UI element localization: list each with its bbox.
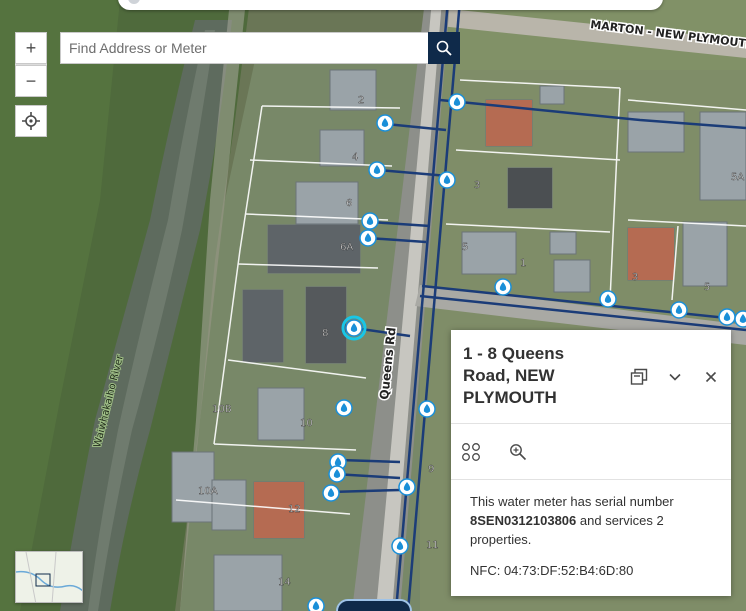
search-button[interactable] bbox=[428, 32, 460, 64]
parcel-label: 2 bbox=[358, 95, 364, 106]
parcel-label: 5A bbox=[731, 172, 744, 183]
water-meter[interactable] bbox=[734, 310, 746, 328]
parcel-label: 14 bbox=[278, 577, 291, 588]
grid-icon bbox=[462, 443, 480, 461]
collapse-button[interactable] bbox=[664, 366, 686, 388]
water-meter[interactable] bbox=[418, 400, 436, 418]
water-meter[interactable] bbox=[391, 537, 409, 555]
overview-map[interactable] bbox=[15, 551, 83, 603]
site-info-icon[interactable] bbox=[128, 0, 140, 4]
search-input[interactable] bbox=[60, 32, 428, 64]
parcel-label: 10 bbox=[300, 418, 313, 429]
popup-title: 1 - 8 Queens Road, NEW PLYMOUTH bbox=[463, 344, 565, 407]
nfc-id: NFC: 04:73:DF:52:B4:6D:80 bbox=[470, 563, 634, 578]
map-app: MARTON - NEW PLYMOUTH Queens Rd Waiwhaka… bbox=[0, 0, 746, 611]
parcel-label: 6 bbox=[346, 198, 352, 209]
water-meter[interactable] bbox=[376, 114, 394, 132]
parcel-label: 3 bbox=[632, 272, 638, 283]
plus-icon: + bbox=[25, 37, 37, 58]
description-prefix: This water meter has serial number bbox=[470, 494, 674, 509]
zoom-out-button[interactable]: − bbox=[15, 65, 47, 97]
feature-popup: 1 - 8 Queens Road, NEW PLYMOUTH This wat… bbox=[451, 330, 731, 596]
dock-button[interactable] bbox=[628, 366, 650, 388]
parcel-label: 8 bbox=[322, 328, 328, 339]
water-meter[interactable] bbox=[322, 484, 340, 502]
chevron-down-icon bbox=[669, 373, 681, 381]
search-widget bbox=[60, 32, 460, 64]
parcel-label: 1 bbox=[520, 258, 526, 269]
zoom-to-icon bbox=[510, 444, 527, 461]
water-meter[interactable] bbox=[438, 171, 456, 189]
water-meter[interactable] bbox=[328, 465, 346, 483]
parcel-label: 10B bbox=[212, 404, 232, 415]
parcel-label: 5 bbox=[704, 282, 710, 293]
water-meter[interactable] bbox=[494, 278, 512, 296]
parcel-label: 9 bbox=[428, 464, 434, 475]
search-icon bbox=[436, 40, 452, 56]
parcel-label: 3 bbox=[474, 180, 480, 191]
water-meter[interactable] bbox=[718, 308, 736, 326]
serial-number: 8SEN0312103806 bbox=[470, 513, 577, 528]
locate-button[interactable] bbox=[15, 105, 47, 137]
zoom-in-button[interactable]: + bbox=[15, 32, 47, 64]
browse-features-button[interactable] bbox=[460, 441, 482, 463]
overview-map-image bbox=[16, 552, 82, 602]
water-meter[interactable] bbox=[361, 212, 379, 230]
close-button[interactable] bbox=[700, 366, 722, 388]
popup-header: 1 - 8 Queens Road, NEW PLYMOUTH bbox=[451, 330, 731, 424]
zoom-to-button[interactable] bbox=[507, 441, 529, 463]
minus-icon: − bbox=[25, 70, 37, 91]
water-meter[interactable] bbox=[335, 399, 353, 417]
parcel-label: 10A bbox=[198, 486, 218, 497]
water-meter[interactable] bbox=[670, 301, 688, 319]
address-bar[interactable] bbox=[118, 0, 663, 10]
parcel-label: 5 bbox=[462, 242, 468, 253]
water-meter[interactable] bbox=[368, 161, 386, 179]
parcel-label: 4 bbox=[352, 152, 358, 163]
water-meter[interactable] bbox=[307, 597, 325, 611]
water-meter[interactable] bbox=[448, 93, 466, 111]
parcel-label: 6A bbox=[340, 242, 353, 253]
water-meter[interactable] bbox=[359, 229, 377, 247]
parcel-label: 11 bbox=[426, 540, 439, 551]
attribution-pill[interactable] bbox=[336, 599, 412, 611]
crosshair-icon bbox=[22, 112, 40, 130]
selected-water-meter[interactable] bbox=[341, 315, 367, 341]
meter-description: This water meter has serial number 8SEN0… bbox=[470, 492, 712, 549]
dock-icon bbox=[630, 368, 648, 385]
water-meter[interactable] bbox=[398, 478, 416, 496]
close-icon bbox=[705, 371, 717, 383]
popup-content: This water meter has serial number 8SEN0… bbox=[451, 480, 731, 580]
popup-actions bbox=[451, 424, 731, 480]
water-meter[interactable] bbox=[599, 290, 617, 308]
parcel-label: 12 bbox=[288, 504, 301, 515]
